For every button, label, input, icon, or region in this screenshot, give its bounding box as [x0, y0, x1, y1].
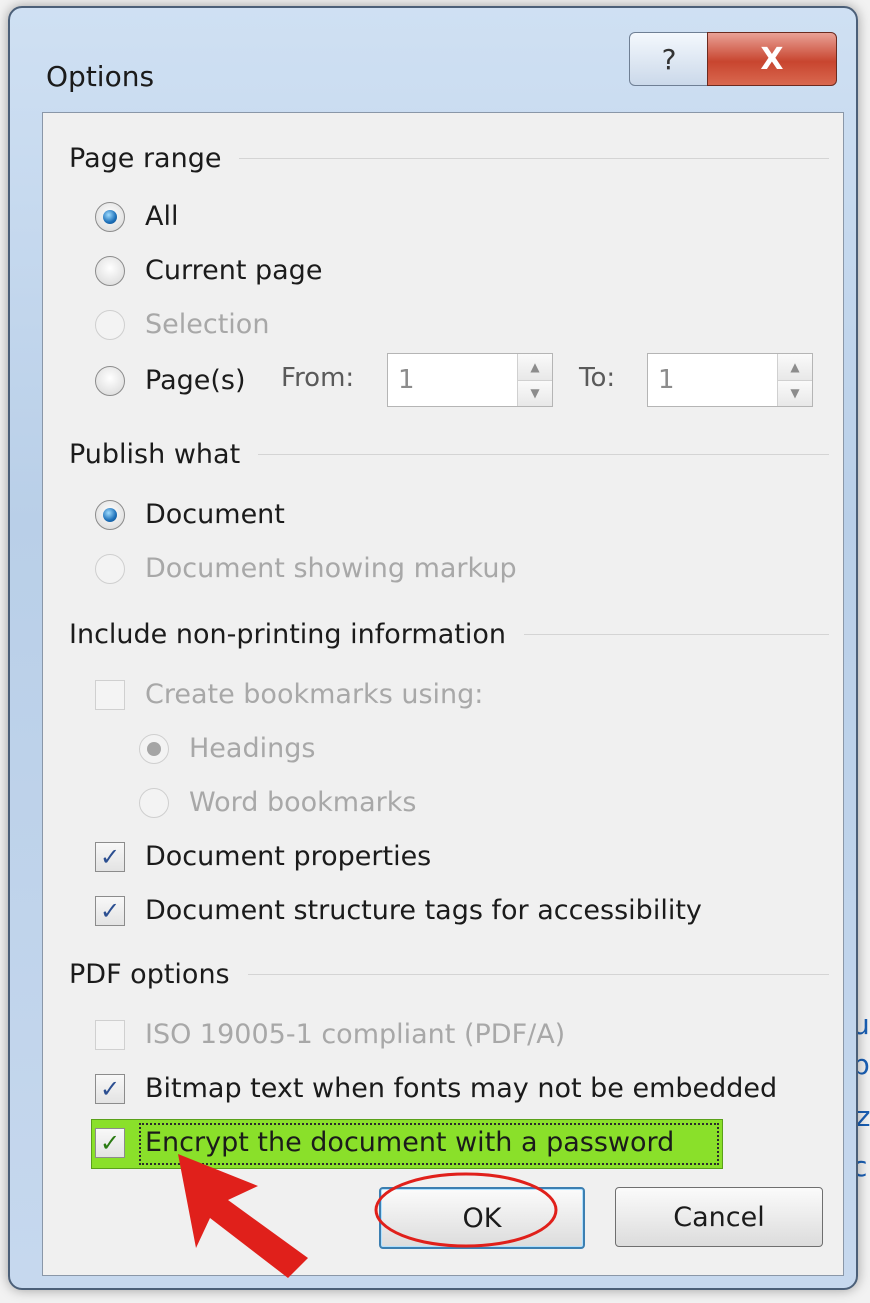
spin-up-icon[interactable]: ▲: [778, 354, 812, 380]
checkbox: [95, 1019, 125, 1050]
radio-label: Selection: [145, 309, 270, 340]
to-stepper-arrows[interactable]: ▲ ▼: [777, 354, 812, 406]
radio-label: Current page: [145, 255, 323, 286]
checkbox[interactable]: ✓: [95, 1127, 125, 1158]
checkbox-label: Bitmap text when fonts may not be embedd…: [145, 1073, 778, 1104]
checkbox-iso: ISO 19005-1 compliant (PDF/A): [95, 1019, 565, 1050]
spin-up-icon[interactable]: ▲: [518, 354, 552, 380]
dialog-title: Options: [46, 60, 155, 93]
checkmark-icon: ✓: [99, 896, 121, 925]
divider: [523, 634, 829, 635]
page-range-heading: Page range: [69, 143, 829, 174]
radio-button[interactable]: [95, 365, 125, 396]
ok-button[interactable]: OK: [379, 1187, 585, 1249]
checkmark-icon: ✓: [99, 842, 121, 871]
radio-label: Document showing markup: [145, 553, 517, 584]
close-button[interactable]: X: [707, 32, 837, 86]
help-icon: ?: [661, 42, 677, 76]
radio-button[interactable]: [95, 201, 125, 232]
radio-label: Word bookmarks: [189, 787, 417, 818]
radio-button: [95, 309, 125, 340]
checkbox-label: Create bookmarks using:: [145, 679, 484, 710]
from-stepper-arrows[interactable]: ▲ ▼: [517, 354, 552, 406]
to-stepper[interactable]: 1 ▲ ▼: [647, 353, 813, 407]
radio-button: [95, 553, 125, 584]
checkbox-label: Document structure tags for accessibilit…: [145, 895, 702, 926]
section-heading: PDF options: [69, 959, 230, 990]
radio-headings: Headings: [139, 733, 315, 764]
radio-button: [139, 787, 169, 818]
non-printing-heading: Include non-printing information: [69, 619, 829, 650]
radio-word-bookmarks: Word bookmarks: [139, 787, 416, 818]
divider: [247, 974, 829, 975]
help-button[interactable]: ?: [629, 32, 709, 86]
checkbox-structure-tags[interactable]: ✓ Document structure tags for accessibil…: [95, 895, 702, 926]
radio-document[interactable]: Document: [95, 499, 285, 530]
section-heading: Include non-printing information: [69, 619, 506, 650]
checkbox-label: ISO 19005-1 compliant (PDF/A): [145, 1019, 566, 1050]
options-dialog: Options ? X Page range All Current page …: [8, 6, 858, 1290]
checkbox: [95, 679, 125, 710]
checkbox-document-properties[interactable]: ✓ Document properties: [95, 841, 431, 872]
from-label: From:: [281, 363, 355, 393]
checkbox[interactable]: ✓: [95, 841, 125, 872]
spin-down-icon[interactable]: ▼: [518, 379, 552, 406]
section-heading: Publish what: [69, 439, 241, 470]
radio-label: Page(s): [145, 365, 246, 396]
radio-current-page[interactable]: Current page: [95, 255, 322, 286]
section-heading: Page range: [69, 143, 222, 174]
checkbox-label: Document properties: [145, 841, 432, 872]
to-value[interactable]: 1: [648, 365, 777, 395]
close-icon: X: [760, 41, 784, 77]
publish-what-heading: Publish what: [69, 439, 829, 470]
dialog-body: Page range All Current page Selection Pa…: [42, 112, 844, 1276]
spin-down-icon[interactable]: ▼: [778, 379, 812, 406]
checkbox-create-bookmarks: Create bookmarks using:: [95, 679, 483, 710]
divider: [258, 454, 829, 455]
radio-all[interactable]: All: [95, 201, 178, 232]
checkmark-icon: ✓: [99, 1074, 121, 1103]
cancel-button[interactable]: Cancel: [615, 1187, 823, 1247]
divider: [239, 158, 829, 159]
to-label: To:: [579, 363, 616, 393]
checkbox[interactable]: ✓: [95, 895, 125, 926]
radio-label: Document: [145, 499, 285, 530]
radio-button: [139, 733, 169, 764]
checkbox-label: Encrypt the document with a password: [145, 1127, 675, 1158]
radio-document-markup: Document showing markup: [95, 553, 517, 584]
checkbox-bitmap-text[interactable]: ✓ Bitmap text when fonts may not be embe…: [95, 1073, 777, 1104]
from-value[interactable]: 1: [388, 365, 517, 395]
radio-selection: Selection: [95, 309, 269, 340]
radio-label: All: [145, 201, 179, 232]
checkbox[interactable]: ✓: [95, 1073, 125, 1104]
radio-pages[interactable]: Page(s): [95, 365, 246, 396]
radio-button[interactable]: [95, 255, 125, 286]
checkmark-icon: ✓: [99, 1128, 121, 1157]
pdf-options-heading: PDF options: [69, 959, 829, 990]
radio-label: Headings: [189, 733, 316, 764]
checkbox-encrypt[interactable]: ✓ Encrypt the document with a password: [95, 1127, 674, 1158]
radio-button[interactable]: [95, 499, 125, 530]
from-stepper[interactable]: 1 ▲ ▼: [387, 353, 553, 407]
